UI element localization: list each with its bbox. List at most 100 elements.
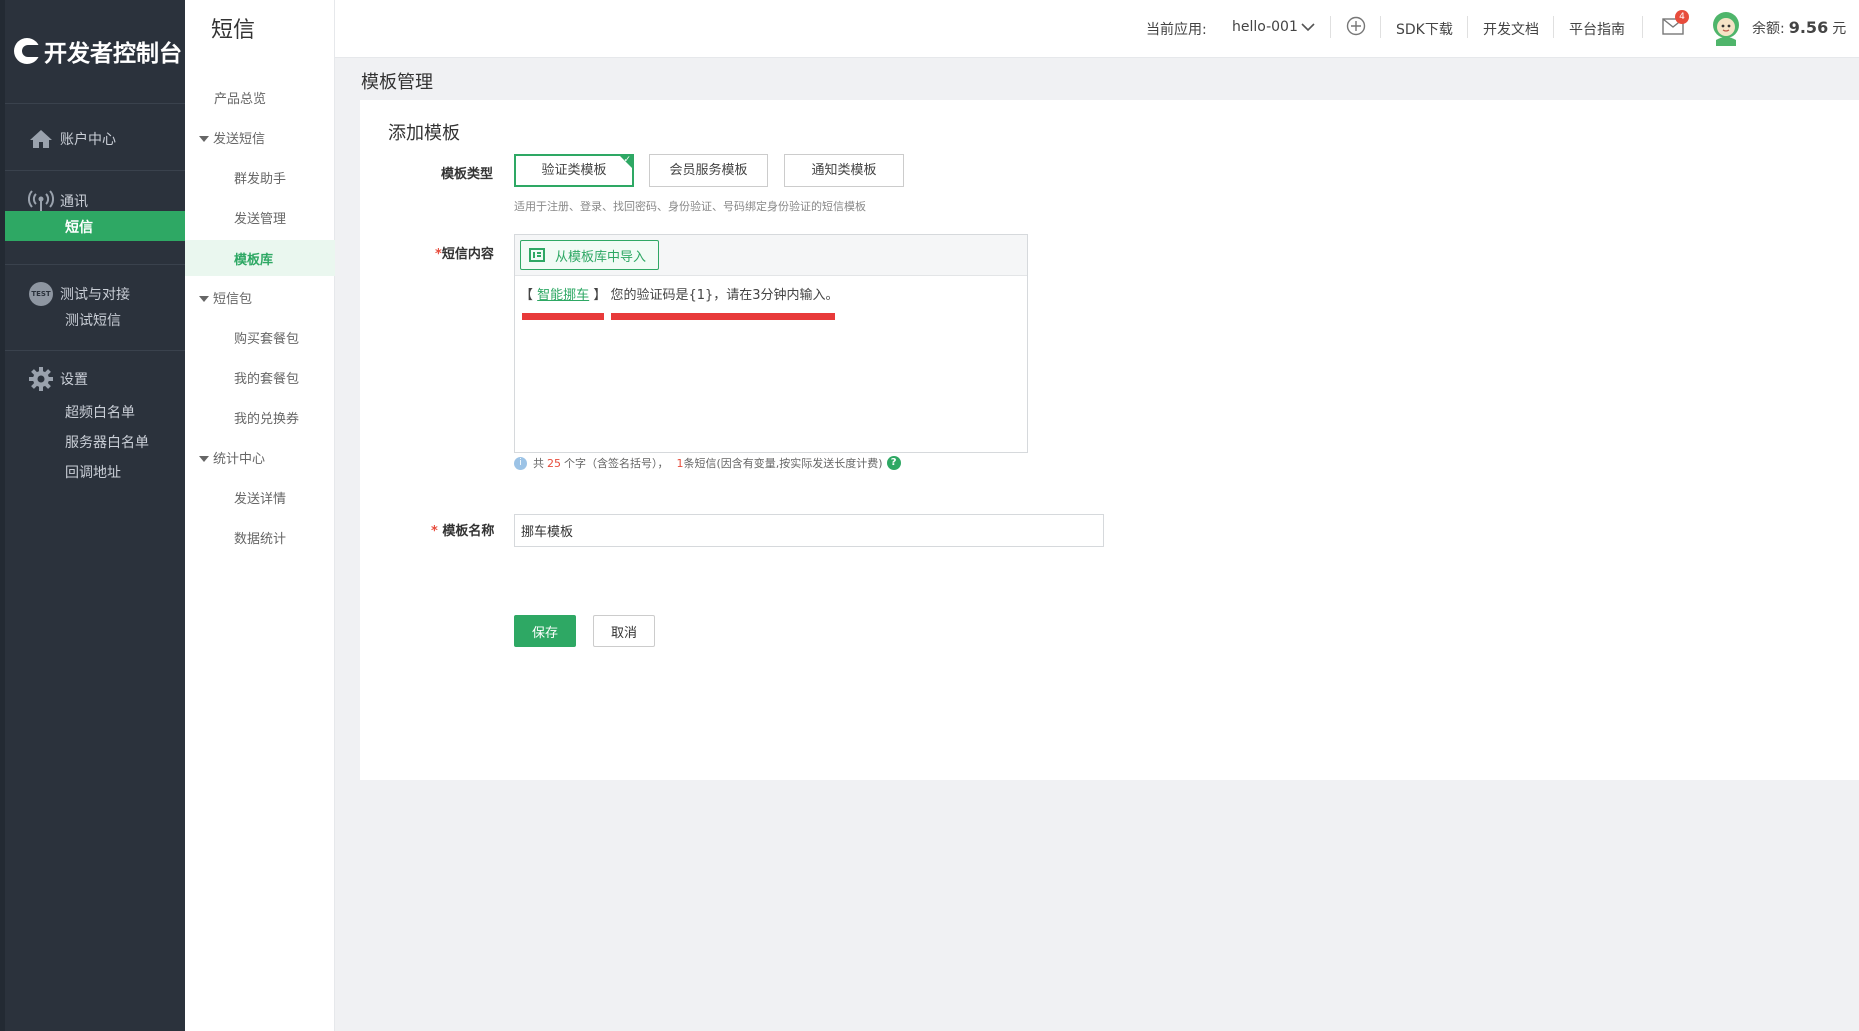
sms-content-label: *短信内容 bbox=[435, 243, 494, 262]
sms-content-text[interactable]: 【 智能挪车 】 您的验证码是{1}，请在3分钟内输入。 bbox=[520, 284, 839, 303]
check-icon: ✓ bbox=[623, 155, 631, 165]
template-icon bbox=[529, 248, 545, 262]
type-option-notification[interactable]: 通知类模板 bbox=[784, 154, 904, 187]
subnav-title: 短信 bbox=[211, 18, 256, 43]
count-suffix: 个字（含签名括号）， bbox=[564, 457, 669, 470]
subnav-item-bulk[interactable]: 群发助手 bbox=[234, 168, 286, 187]
subnav-group-stats-label: 统计中心 bbox=[213, 452, 266, 467]
caret-down-icon bbox=[199, 455, 209, 462]
divider bbox=[1642, 16, 1643, 38]
sidebar-edge bbox=[0, 0, 5, 1031]
redaction-mark bbox=[611, 313, 835, 320]
subnav-item-my-coupons[interactable]: 我的兑换券 bbox=[234, 408, 299, 427]
subnav-group-stats[interactable]: 统计中心 bbox=[199, 448, 265, 467]
sms-signature[interactable]: 智能挪车 bbox=[537, 288, 589, 303]
nav-test-group[interactable]: TEST 测试与对接 bbox=[28, 281, 130, 307]
nav-settings[interactable]: 设置 bbox=[28, 366, 88, 392]
nav-item-test-sms[interactable]: 测试短信 bbox=[65, 310, 121, 330]
subnav-item-template-lib-label: 模板库 bbox=[234, 253, 274, 268]
nav-test-label: 测试与对接 bbox=[60, 287, 130, 303]
app-switcher[interactable]: hello-001 bbox=[1232, 19, 1315, 35]
count-prefix: 共 bbox=[533, 457, 544, 470]
editor-toolbar: 从模板库中导入 bbox=[515, 235, 1027, 276]
help-icon[interactable]: ? bbox=[886, 456, 901, 470]
subnav-overview[interactable]: 产品总览 bbox=[214, 88, 266, 107]
balance-value: 9.56 bbox=[1788, 18, 1829, 37]
required-mark: * bbox=[431, 524, 443, 539]
sms-content-editor[interactable]: 从模板库中导入 【 智能挪车 】 您的验证码是{1}，请在3分钟内输入。 bbox=[514, 234, 1028, 453]
divider bbox=[5, 264, 185, 265]
subnav-group-package[interactable]: 短信包 bbox=[199, 288, 252, 307]
nav-item-server-whitelist[interactable]: 服务器白名单 bbox=[65, 432, 149, 452]
avatar[interactable] bbox=[1709, 10, 1743, 50]
sdk-download-link[interactable]: SDK下载 bbox=[1396, 19, 1453, 39]
subnav-item-data-stats[interactable]: 数据统计 bbox=[234, 528, 286, 547]
subnav-item-my-package[interactable]: 我的套餐包 bbox=[234, 368, 299, 387]
subnav-group-send-label: 发送短信 bbox=[213, 132, 266, 147]
nav-sms-label: 短信 bbox=[65, 220, 93, 236]
subnav-item-buy-package[interactable]: 购买套餐包 bbox=[234, 328, 299, 347]
template-name-input[interactable] bbox=[514, 514, 1104, 547]
import-button-label: 从模板库中导入 bbox=[555, 249, 647, 265]
balance-label: 余额: bbox=[1752, 21, 1785, 37]
type-option-label: 通知类模板 bbox=[811, 163, 877, 178]
divider bbox=[1467, 16, 1468, 38]
home-icon bbox=[28, 126, 54, 152]
sms-count: 1 bbox=[676, 456, 684, 470]
current-app-name: hello-001 bbox=[1232, 19, 1298, 35]
caret-down-icon bbox=[199, 295, 209, 302]
gear-icon bbox=[28, 366, 54, 392]
char-count-line: i 共 25 个字（含签名括号）， 1 条短信(因含有变量,按实际发送长度计费)… bbox=[514, 455, 901, 471]
nav-item-freq-whitelist[interactable]: 超频白名单 bbox=[65, 402, 135, 422]
sms-content-label-text: 短信内容 bbox=[441, 247, 494, 262]
test-icon: TEST bbox=[28, 281, 54, 307]
cancel-button[interactable]: 取消 bbox=[593, 615, 655, 647]
nav-account-label: 账户中心 bbox=[60, 132, 116, 148]
brand-logo[interactable]: 开发者控制台 bbox=[14, 36, 182, 67]
signature-bracket: 【 bbox=[520, 288, 534, 303]
char-count: 25 bbox=[547, 456, 561, 470]
primary-sidebar: 开发者控制台 账户中心 通讯 短信 TEST 测试与对接 测试短信 设置 超频白… bbox=[0, 0, 185, 1031]
chevron-down-icon bbox=[1301, 23, 1315, 32]
dev-docs-link[interactable]: 开发文档 bbox=[1483, 19, 1539, 39]
nav-account-center[interactable]: 账户中心 bbox=[28, 126, 116, 152]
page-title: 模板管理 bbox=[361, 72, 433, 93]
info-icon: i bbox=[514, 456, 527, 470]
platform-guide-link[interactable]: 平台指南 bbox=[1569, 19, 1625, 39]
top-header bbox=[335, 0, 1859, 58]
mail-count-badge: 4 bbox=[1675, 10, 1689, 24]
logo-mark-icon bbox=[14, 38, 40, 64]
subnav-item-send-details[interactable]: 发送详情 bbox=[234, 488, 286, 507]
divider bbox=[5, 350, 185, 351]
current-app-label: 当前应用: bbox=[1146, 22, 1207, 38]
nav-item-sms[interactable]: 短信 bbox=[5, 211, 185, 241]
sms-body-text: 您的验证码是{1}，请在3分钟内输入。 bbox=[610, 288, 839, 303]
save-button[interactable]: 保存 bbox=[514, 615, 576, 647]
signature-bracket: 】 bbox=[593, 288, 607, 303]
sms-count-suffix: 条短信(因含有变量,按实际发送长度计费) bbox=[683, 457, 883, 470]
subnav-group-package-label: 短信包 bbox=[213, 292, 253, 307]
subnav-group-send[interactable]: 发送短信 bbox=[199, 128, 265, 147]
nav-settings-label: 设置 bbox=[60, 372, 88, 388]
template-name-label: * 模板名称 bbox=[431, 520, 494, 539]
divider bbox=[5, 103, 185, 104]
type-option-verification[interactable]: 验证类模板 ✓ bbox=[514, 154, 634, 187]
type-option-label: 验证类模板 bbox=[541, 163, 607, 178]
type-option-member[interactable]: 会员服务模板 bbox=[649, 154, 768, 187]
redaction-mark bbox=[522, 313, 604, 320]
secondary-sidebar: 短信 产品总览 发送短信 群发助手 发送管理 模板库 短信包 购买套餐包 我的套… bbox=[185, 0, 335, 1031]
balance-display: 余额: 9.56 元 bbox=[1752, 18, 1846, 38]
divider bbox=[1330, 16, 1331, 38]
nav-item-callback[interactable]: 回调地址 bbox=[65, 462, 121, 482]
add-app-icon[interactable] bbox=[1346, 16, 1366, 40]
card-title: 添加模板 bbox=[388, 123, 460, 144]
nav-comm-label: 通讯 bbox=[60, 194, 88, 210]
template-name-label-text: 模板名称 bbox=[442, 524, 495, 539]
required-mark: * bbox=[435, 247, 442, 262]
import-from-library-button[interactable]: 从模板库中导入 bbox=[520, 240, 660, 270]
divider bbox=[1380, 16, 1381, 38]
subnav-item-send-manage[interactable]: 发送管理 bbox=[234, 208, 286, 227]
test-badge: TEST bbox=[29, 282, 53, 306]
subnav-item-template-lib[interactable]: 模板库 bbox=[185, 240, 335, 276]
type-option-label: 会员服务模板 bbox=[669, 163, 748, 178]
